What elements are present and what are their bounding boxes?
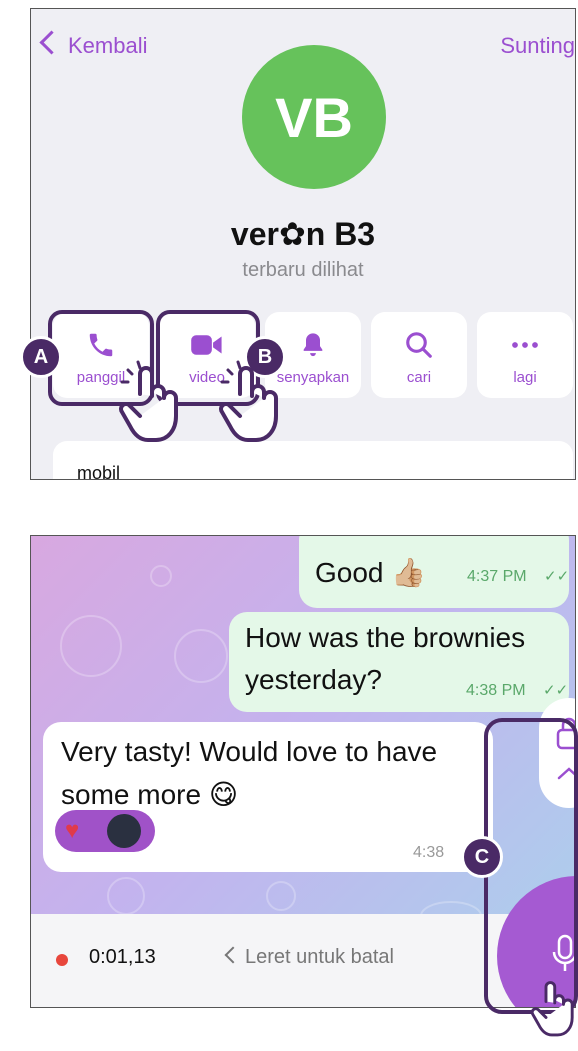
message-text: Good 👍🏼 [315,557,427,588]
profile-status: terbaru dilihat [242,259,364,281]
read-check-icon: ✓✓ [544,568,570,585]
message-text-line-1: How was the brownies [245,622,526,653]
tap-hand-icon [119,360,178,442]
message-text-line-2: yesterday? [245,664,382,695]
profile-name: ver✿n B3 [230,216,376,252]
recording-time: 0:01,13 [89,946,156,968]
marker-a: A [20,336,62,378]
heart-reaction-icon: ♥ [65,817,80,844]
message-text-line-1: Very tasty! Would love to have [61,736,438,767]
more-dots-icon [510,330,540,365]
profile-panel: Kembali Sunting VB ver✿n B3 terbaru dili… [30,8,576,480]
edit-button[interactable]: Sunting [500,33,575,59]
message-out-1[interactable]: Good 👍🏼 4:37 PM ✓✓ [299,536,570,608]
more-button[interactable]: lagi [477,312,573,398]
chevron-left-icon [39,30,64,55]
chevron-left-icon [224,946,242,964]
message-time: 4:38 PM [466,682,526,699]
recording-dot [56,954,68,966]
tap-hand-icon [530,981,574,1037]
message-time: 4:37 PM [467,568,527,585]
info-label: mobil [77,463,121,480]
swipe-to-cancel[interactable]: Leret untuk batal [224,946,394,969]
message-out-2[interactable]: How was the brownies yesterday? 4:38 PM … [229,612,569,712]
search-label: cari [406,369,432,386]
search-button[interactable]: cari [371,312,467,398]
avatar: VB [242,45,386,189]
bell-icon [299,330,327,365]
reactions-pill[interactable]: ♥ [55,810,155,852]
marker-c: C [461,836,503,878]
tap-hand-icon [219,360,278,442]
read-check-icon: ✓✓ [543,682,569,699]
info-card: mobil [53,441,573,480]
more-label: lagi [513,369,537,386]
message-text-line-2: some more 😋 [61,779,239,810]
message-time: 4:38 [413,844,445,861]
reaction-avatar [107,814,141,848]
search-icon [404,330,434,365]
back-button[interactable]: Kembali [39,30,147,59]
